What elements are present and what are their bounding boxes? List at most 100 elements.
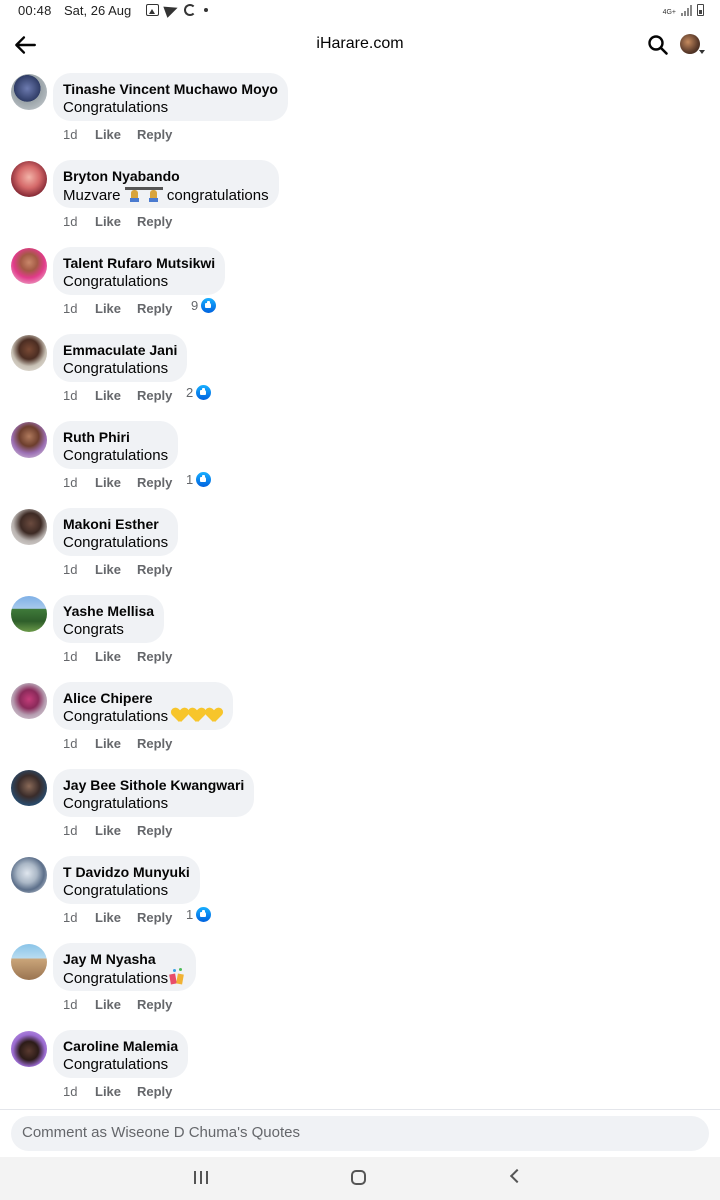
comment-author[interactable]: Yashe Mellisa xyxy=(63,603,154,620)
like-button[interactable]: Like xyxy=(95,910,121,925)
reaction-count[interactable]: 1 xyxy=(186,907,212,922)
reply-button[interactable]: Reply xyxy=(137,649,172,664)
comment-bubble[interactable]: Jay M Nyasha Congratulations xyxy=(53,943,197,991)
comment-time[interactable]: 1d xyxy=(63,301,77,316)
comment-time[interactable]: 1d xyxy=(63,475,77,490)
reaction-count[interactable]: 9 xyxy=(191,298,217,313)
reaction-number: 2 xyxy=(186,385,194,400)
like-button[interactable]: Like xyxy=(95,301,121,316)
comment-time[interactable]: 1d xyxy=(63,127,77,142)
comment-author[interactable]: Jay M Nyasha xyxy=(63,951,186,968)
like-button[interactable]: Like xyxy=(95,475,121,490)
comment-time[interactable]: 1d xyxy=(63,1084,77,1099)
avatar[interactable] xyxy=(11,944,47,980)
comment-bubble[interactable]: Makoni Esther Congratulations xyxy=(53,508,179,556)
comment-time[interactable]: 1d xyxy=(63,823,77,838)
comment-bubble[interactable]: Caroline Malemia Congratulations xyxy=(53,1030,189,1078)
reply-button[interactable]: Reply xyxy=(137,910,172,925)
avatar[interactable] xyxy=(11,422,47,458)
system-nav-bar xyxy=(0,1157,720,1200)
comment-item: Ruth Phiri Congratulations 1d Like Reply… xyxy=(0,418,720,505)
reaction-count[interactable]: 1 xyxy=(186,472,212,487)
comment-author[interactable]: Talent Rufaro Mutsikwi xyxy=(63,255,215,272)
comment-text-before: Muzvare xyxy=(63,187,121,204)
comment-author[interactable]: Emmaculate Jani xyxy=(63,342,177,359)
comment-text: Congratulations xyxy=(63,360,169,377)
like-button[interactable]: Like xyxy=(95,388,121,403)
like-reaction-icon xyxy=(201,298,217,313)
comment-author[interactable]: Jay Bee Sithole Kwangwari xyxy=(63,777,244,794)
comment-bubble[interactable]: T Davidzo Munyuki Congratulations xyxy=(53,856,200,904)
like-button[interactable]: Like xyxy=(95,127,121,142)
comment-time[interactable]: 1d xyxy=(63,997,77,1012)
avatar[interactable] xyxy=(11,857,47,893)
like-button[interactable]: Like xyxy=(95,562,121,577)
reply-button[interactable]: Reply xyxy=(137,736,172,751)
reply-button[interactable]: Reply xyxy=(137,127,172,142)
profile-button[interactable] xyxy=(680,34,706,56)
home-icon[interactable] xyxy=(351,1170,366,1185)
comment-author[interactable]: Bryton Nyabando xyxy=(63,168,269,185)
comment-time[interactable]: 1d xyxy=(63,214,77,229)
telegram-icon xyxy=(163,2,180,18)
comment-bubble[interactable]: Yashe Mellisa Congrats xyxy=(53,595,165,643)
comment-bubble[interactable]: Tinashe Vincent Muchawo Moyo Congratulat… xyxy=(53,73,288,121)
comment-author[interactable]: T Davidzo Munyuki xyxy=(63,864,190,881)
reply-button[interactable]: Reply xyxy=(137,1084,172,1099)
comment-bubble[interactable]: Bryton Nyabando Muzvare congratulations xyxy=(53,160,279,208)
avatar[interactable] xyxy=(11,1031,47,1067)
comment-text-main: Congratulations xyxy=(63,708,169,725)
comment-bubble[interactable]: Alice Chipere Congratulations xyxy=(53,682,234,730)
comment-item: Makoni Esther Congratulations 1d Like Re… xyxy=(0,505,720,592)
battery-icon xyxy=(697,4,704,16)
like-button[interactable]: Like xyxy=(95,736,121,751)
comment-author[interactable]: Alice Chipere xyxy=(63,690,223,707)
comment-bubble[interactable]: Jay Bee Sithole Kwangwari Congratulation… xyxy=(53,769,255,817)
comment-item: T Davidzo Munyuki Congratulations 1d Lik… xyxy=(0,853,720,940)
avatar[interactable] xyxy=(11,683,47,719)
sync-icon xyxy=(184,4,196,16)
comment-author[interactable]: Ruth Phiri xyxy=(63,429,168,446)
comment-time[interactable]: 1d xyxy=(63,736,77,751)
comment-time[interactable]: 1d xyxy=(63,910,77,925)
comment-bubble[interactable]: Ruth Phiri Congratulations xyxy=(53,421,179,469)
reply-button[interactable]: Reply xyxy=(137,475,172,490)
reaction-count[interactable]: 2 xyxy=(186,385,212,400)
comment-author[interactable]: Makoni Esther xyxy=(63,516,168,533)
comment-author[interactable]: Tinashe Vincent Muchawo Moyo xyxy=(63,81,278,98)
comment-bubble[interactable]: Talent Rufaro Mutsikwi Congratulations xyxy=(53,247,226,295)
avatar[interactable] xyxy=(11,509,47,545)
avatar[interactable] xyxy=(11,335,47,371)
search-icon[interactable] xyxy=(646,33,670,57)
avatar[interactable] xyxy=(11,74,47,110)
avatar[interactable] xyxy=(11,161,47,197)
comment-text-main: Congratulations xyxy=(63,970,169,987)
like-button[interactable]: Like xyxy=(95,1084,121,1099)
avatar[interactable] xyxy=(11,596,47,632)
reply-button[interactable]: Reply xyxy=(137,388,172,403)
comment-time[interactable]: 1d xyxy=(63,388,77,403)
like-button[interactable]: Like xyxy=(95,823,121,838)
comment-time[interactable]: 1d xyxy=(63,562,77,577)
like-button[interactable]: Like xyxy=(95,214,121,229)
reply-button[interactable]: Reply xyxy=(137,301,172,316)
notification-icons xyxy=(146,2,208,18)
reaction-number: 1 xyxy=(186,472,194,487)
comment-bubble[interactable]: Emmaculate Jani Congratulations xyxy=(53,334,188,382)
reply-button[interactable]: Reply xyxy=(137,214,172,229)
reply-button[interactable]: Reply xyxy=(137,823,172,838)
comment-time[interactable]: 1d xyxy=(63,649,77,664)
avatar[interactable] xyxy=(11,770,47,806)
back-icon[interactable] xyxy=(509,1168,525,1184)
avatar[interactable] xyxy=(11,248,47,284)
like-reaction-icon xyxy=(196,907,212,922)
like-reaction-icon xyxy=(196,385,212,400)
reply-button[interactable]: Reply xyxy=(137,997,172,1012)
comment-input[interactable]: Comment as Wiseone D Chuma's Quotes xyxy=(11,1116,709,1151)
like-button[interactable]: Like xyxy=(95,997,121,1012)
comment-item: Bryton Nyabando Muzvare congratulations … xyxy=(0,157,720,244)
recent-apps-icon[interactable] xyxy=(194,1171,208,1185)
reply-button[interactable]: Reply xyxy=(137,562,172,577)
like-button[interactable]: Like xyxy=(95,649,121,664)
comment-author[interactable]: Caroline Malemia xyxy=(63,1038,178,1055)
